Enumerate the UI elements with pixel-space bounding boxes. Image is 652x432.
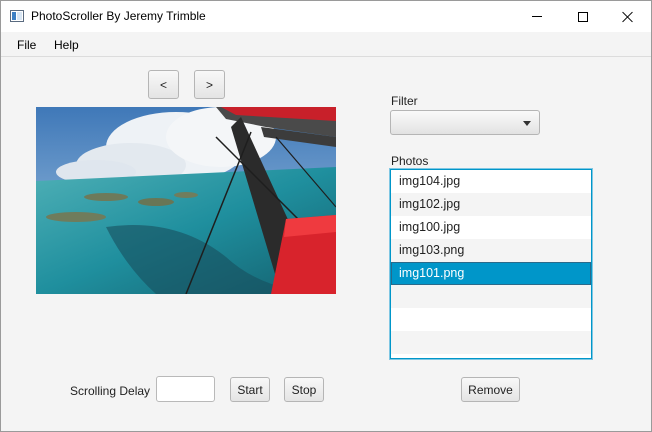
app-icon — [10, 10, 24, 22]
window-title: PhotoScroller By Jeremy Trimble — [31, 9, 206, 23]
close-button[interactable] — [605, 1, 651, 32]
photo-view — [36, 107, 336, 294]
minimize-icon — [532, 16, 542, 17]
previous-photo-button[interactable]: < — [148, 70, 179, 99]
minimize-button[interactable] — [514, 1, 560, 32]
chevron-down-icon — [523, 121, 531, 126]
title-bar[interactable]: PhotoScroller By Jeremy Trimble — [1, 1, 651, 32]
aerial-photo-image — [36, 107, 336, 294]
filter-dropdown[interactable] — [390, 110, 540, 135]
menu-help[interactable]: Help — [54, 38, 79, 52]
scrolling-delay-label: Scrolling Delay — [70, 384, 151, 398]
list-item-selected[interactable]: img101.png — [391, 262, 591, 285]
empty-list-row — [391, 331, 591, 354]
menu-bar: File Help — [1, 32, 651, 57]
scrolling-delay-input[interactable] — [156, 376, 215, 402]
list-item[interactable]: img100.jpg — [391, 216, 591, 239]
remove-button[interactable]: Remove — [461, 377, 520, 402]
list-item[interactable]: img102.jpg — [391, 193, 591, 216]
main-window: PhotoScroller By Jeremy Trimble File Hel… — [0, 0, 652, 432]
filter-label: Filter — [391, 94, 418, 108]
stop-button[interactable]: Stop — [284, 377, 324, 402]
list-item[interactable]: img103.png — [391, 239, 591, 262]
maximize-icon — [578, 11, 588, 22]
empty-list-row — [391, 285, 591, 308]
menu-file[interactable]: File — [17, 38, 36, 52]
maximize-button[interactable] — [560, 1, 606, 32]
photos-label: Photos — [391, 154, 429, 168]
list-item[interactable]: img104.jpg — [391, 170, 591, 193]
empty-list-row — [391, 308, 591, 331]
start-button[interactable]: Start — [230, 377, 270, 402]
close-icon — [622, 11, 634, 23]
next-photo-button[interactable]: > — [194, 70, 225, 99]
photos-list[interactable]: img104.jpg img102.jpg img100.jpg img103.… — [390, 169, 592, 359]
